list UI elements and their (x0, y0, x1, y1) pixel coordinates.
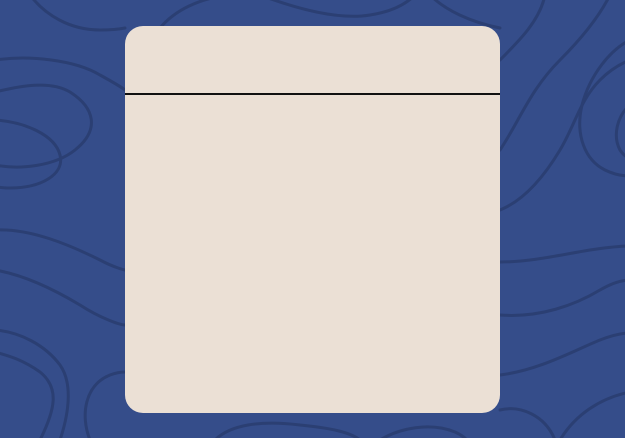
contour-line (0, 56, 127, 92)
card-body (125, 95, 500, 413)
contour-line (498, 278, 625, 317)
contour-line (0, 351, 55, 438)
contour-line (578, 41, 625, 178)
contour-line (269, 0, 412, 18)
contour-line (0, 228, 127, 272)
content-card (125, 26, 500, 413)
contour-line (32, 0, 127, 32)
contour-line (433, 0, 502, 30)
contour-line (498, 60, 625, 212)
contour-line (380, 425, 468, 438)
contour-line (0, 119, 63, 190)
contour-line (498, 407, 556, 438)
contour-line (0, 269, 127, 327)
contour-line (498, 0, 546, 62)
contour-line (0, 329, 70, 438)
contour-line (158, 0, 211, 30)
contour-line (498, 244, 625, 264)
card-header (125, 26, 500, 93)
contour-line (498, 331, 625, 377)
contour-line (614, 107, 625, 158)
contour-line (559, 391, 625, 438)
contour-line (0, 83, 93, 169)
contour-line (83, 370, 127, 438)
contour-line (215, 421, 360, 438)
